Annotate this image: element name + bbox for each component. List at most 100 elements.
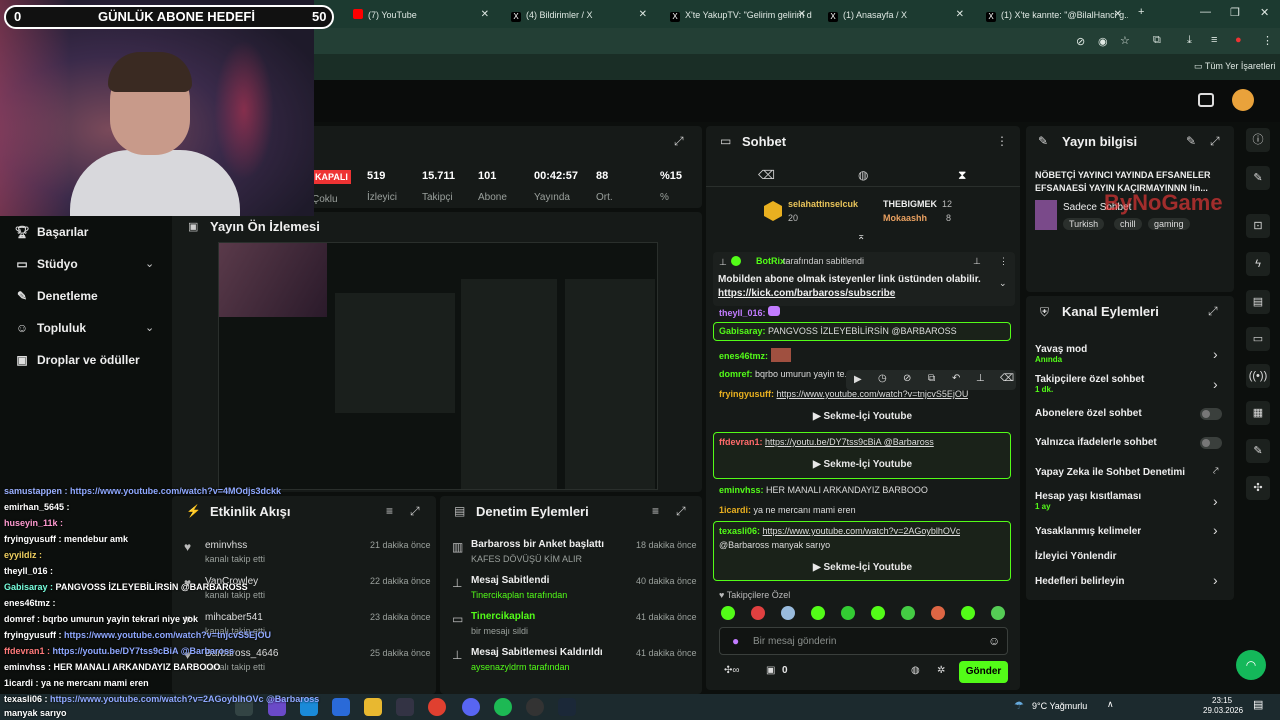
chevron-down-icon[interactable]: ⌄ <box>999 278 1007 289</box>
mic-icon[interactable]: ● <box>732 634 739 648</box>
info-icon[interactable]: ⓘ <box>1246 128 1270 152</box>
more-icon[interactable]: ⋮ <box>996 134 1008 148</box>
menu-lines-icon[interactable]: ≡ <box>1211 34 1217 46</box>
sidebar-item-moderation[interactable]: ✎ Denetleme <box>14 286 98 306</box>
expand-icon[interactable]: ⤢ <box>674 134 684 149</box>
action-slow-mode[interactable]: Yavaş mod Anında <box>1035 344 1087 364</box>
chat-link[interactable]: https://www.youtube.com/watch?v=2AGoyblh… <box>763 526 961 536</box>
emote-icon[interactable] <box>721 606 735 620</box>
ban-icon[interactable]: ⊘ <box>903 373 911 384</box>
sidebar-item-studio[interactable]: ▭ Stüdyo <box>14 254 77 274</box>
new-tab-icon[interactable]: + <box>1138 6 1144 18</box>
chat-link[interactable]: https://www.youtube.com/watch?v=tnjcvS5E… <box>777 389 969 399</box>
inline-youtube-button[interactable]: ▶ Sekme-İçi Youtube <box>813 459 912 470</box>
chat-user[interactable]: theyll_016: <box>719 308 766 318</box>
action-banned-words[interactable]: Yasaklanmış kelimeler <box>1035 526 1141 537</box>
chat-user[interactable]: ffdevran1: <box>719 437 763 447</box>
gift-icon[interactable]: ▣ <box>766 665 775 676</box>
tab-notifications[interactable]: X (4) Bildirimler / X ✕ <box>503 4 653 26</box>
wrench-icon[interactable]: ✎ <box>1246 439 1270 463</box>
more-icon[interactable]: ⋮ <box>1262 34 1273 47</box>
chat-user[interactable]: 1icardi: <box>719 505 751 515</box>
notification-icon[interactable]: ▤ <box>1253 698 1263 711</box>
emote-icon[interactable] <box>901 606 915 620</box>
expand-icon[interactable]: ⤢ <box>676 504 686 519</box>
chat-user[interactable]: domref: <box>719 369 753 379</box>
close-icon[interactable]: ✕ <box>956 4 964 26</box>
chevron-down-icon[interactable]: ⌄ <box>145 321 154 334</box>
tab-yakuptv[interactable]: X X'te YakupTV: "Gelirim gelirim d... ✕ <box>662 4 812 26</box>
clock-date[interactable]: 29.03.2026 <box>1203 706 1243 715</box>
emote-icon[interactable] <box>991 606 1005 620</box>
spotify-icon[interactable] <box>494 698 512 716</box>
layout-icon[interactable]: ▦ <box>1246 401 1270 425</box>
tray-chevron-icon[interactable]: ∧ <box>1107 699 1114 710</box>
inline-youtube-button[interactable]: ▶ Sekme-İçi Youtube <box>813 411 912 422</box>
document-icon[interactable]: ▤ <box>1246 290 1270 314</box>
expand-icon[interactable]: ⤢ <box>1210 134 1220 149</box>
pin-icon[interactable]: ⊥ <box>976 373 985 384</box>
chevron-right-icon[interactable]: › <box>1213 522 1218 538</box>
chevron-right-icon[interactable]: › <box>1213 493 1218 509</box>
close-icon[interactable]: ✕ <box>639 4 647 26</box>
action-raid[interactable]: İzleyici Yönlendir <box>1035 551 1117 562</box>
close-icon[interactable]: ✕ <box>481 4 489 26</box>
emote-icon[interactable] <box>871 606 885 620</box>
send-button[interactable]: Gönder <box>959 661 1008 683</box>
community-icon[interactable]: ✣ <box>1246 476 1270 500</box>
avatar[interactable] <box>1232 89 1254 111</box>
chat-user[interactable]: fryingyusuff: <box>719 389 774 399</box>
tab-youtube[interactable]: (7) YouTube ✕ <box>345 4 495 26</box>
external-link-icon[interactable]: ⤤ <box>1213 466 1219 477</box>
tag-chip[interactable]: gaming <box>1148 218 1190 230</box>
steam-icon[interactable] <box>558 698 576 716</box>
chevron-right-icon[interactable]: › <box>1213 346 1218 362</box>
app-icon[interactable] <box>396 698 414 716</box>
expand-icon[interactable]: ⤢ <box>410 504 420 519</box>
minimize-icon[interactable]: — <box>1200 6 1211 18</box>
chat-user[interactable]: eminvhss: <box>719 485 764 495</box>
store-icon[interactable] <box>332 698 350 716</box>
inline-youtube-button[interactable]: ▶ Sekme-İçi Youtube <box>813 562 912 573</box>
eye-icon[interactable]: ◉ <box>1098 35 1108 48</box>
action-goals[interactable]: Hedefleri belirleyin <box>1035 576 1124 587</box>
action-account-age[interactable]: Hesap yaşı kısıtlaması 1 ay <box>1035 491 1141 511</box>
emotes-only-toggle[interactable] <box>1200 437 1222 449</box>
discord-icon[interactable] <box>462 698 480 716</box>
tag-chip[interactable]: chill <box>1114 218 1142 230</box>
chrome-icon[interactable] <box>428 698 446 716</box>
emoji-icon[interactable]: ☺ <box>988 634 1000 648</box>
action-followers-only[interactable]: Takipçilere özel sohbet 1 dk. <box>1035 374 1144 394</box>
extensions-icon[interactable]: ⧉ <box>1153 34 1161 47</box>
collapse-icon[interactable]: ⌅ <box>857 231 865 242</box>
weather-label[interactable]: 9°C Yağmurlu <box>1032 701 1087 711</box>
close-icon[interactable]: ✕ <box>798 4 806 26</box>
filter-icon[interactable]: ≡ <box>652 504 659 518</box>
star-icon[interactable]: ☆ <box>1120 34 1130 47</box>
emote-icon[interactable] <box>841 606 855 620</box>
expand-icon[interactable]: ⤢ <box>1208 304 1218 319</box>
chat-icon[interactable]: ▭ <box>1246 327 1270 351</box>
download-icon[interactable]: ⤓ <box>1187 34 1192 47</box>
tab-home[interactable]: X (1) Anasayfa / X ✕ <box>820 4 970 26</box>
emote-icon[interactable] <box>961 606 975 620</box>
target-icon[interactable]: ⊡ <box>1246 214 1270 238</box>
pinned-link[interactable]: https://kick.com/barbaross/subscribe <box>718 288 895 299</box>
hourglass-icon[interactable]: ⧗ <box>958 168 966 183</box>
chat-user[interactable]: Gabisaray: <box>719 326 766 336</box>
tag-chip[interactable]: Turkish <box>1063 218 1105 230</box>
filter-icon[interactable]: ≡ <box>386 504 393 518</box>
eye-off-icon[interactable]: ⊘ <box>1076 35 1085 48</box>
unpin-icon[interactable]: ⊥ <box>973 256 981 267</box>
chat-link[interactable]: https://youtu.be/DY7tss9cBiA @Barbaross <box>765 437 934 447</box>
chat-user[interactable]: texasli06: <box>719 526 760 536</box>
maximize-icon[interactable]: ❐ <box>1230 6 1240 19</box>
all-bookmarks[interactable]: ▭ Tüm Yer İşaretleri <box>1194 61 1275 72</box>
copy-icon[interactable]: ⧉ <box>928 373 935 384</box>
sidebar-item-achievements[interactable]: 🏆︎ Başarılar <box>14 222 88 242</box>
sidebar-item-drops[interactable]: ▣ Droplar ve ödüller <box>14 350 139 370</box>
clock-icon[interactable]: ◷ <box>878 373 887 384</box>
emote-icon[interactable] <box>751 606 765 620</box>
more-icon[interactable]: ⋮ <box>999 256 1008 267</box>
gear-icon[interactable]: ✲ <box>937 665 945 676</box>
